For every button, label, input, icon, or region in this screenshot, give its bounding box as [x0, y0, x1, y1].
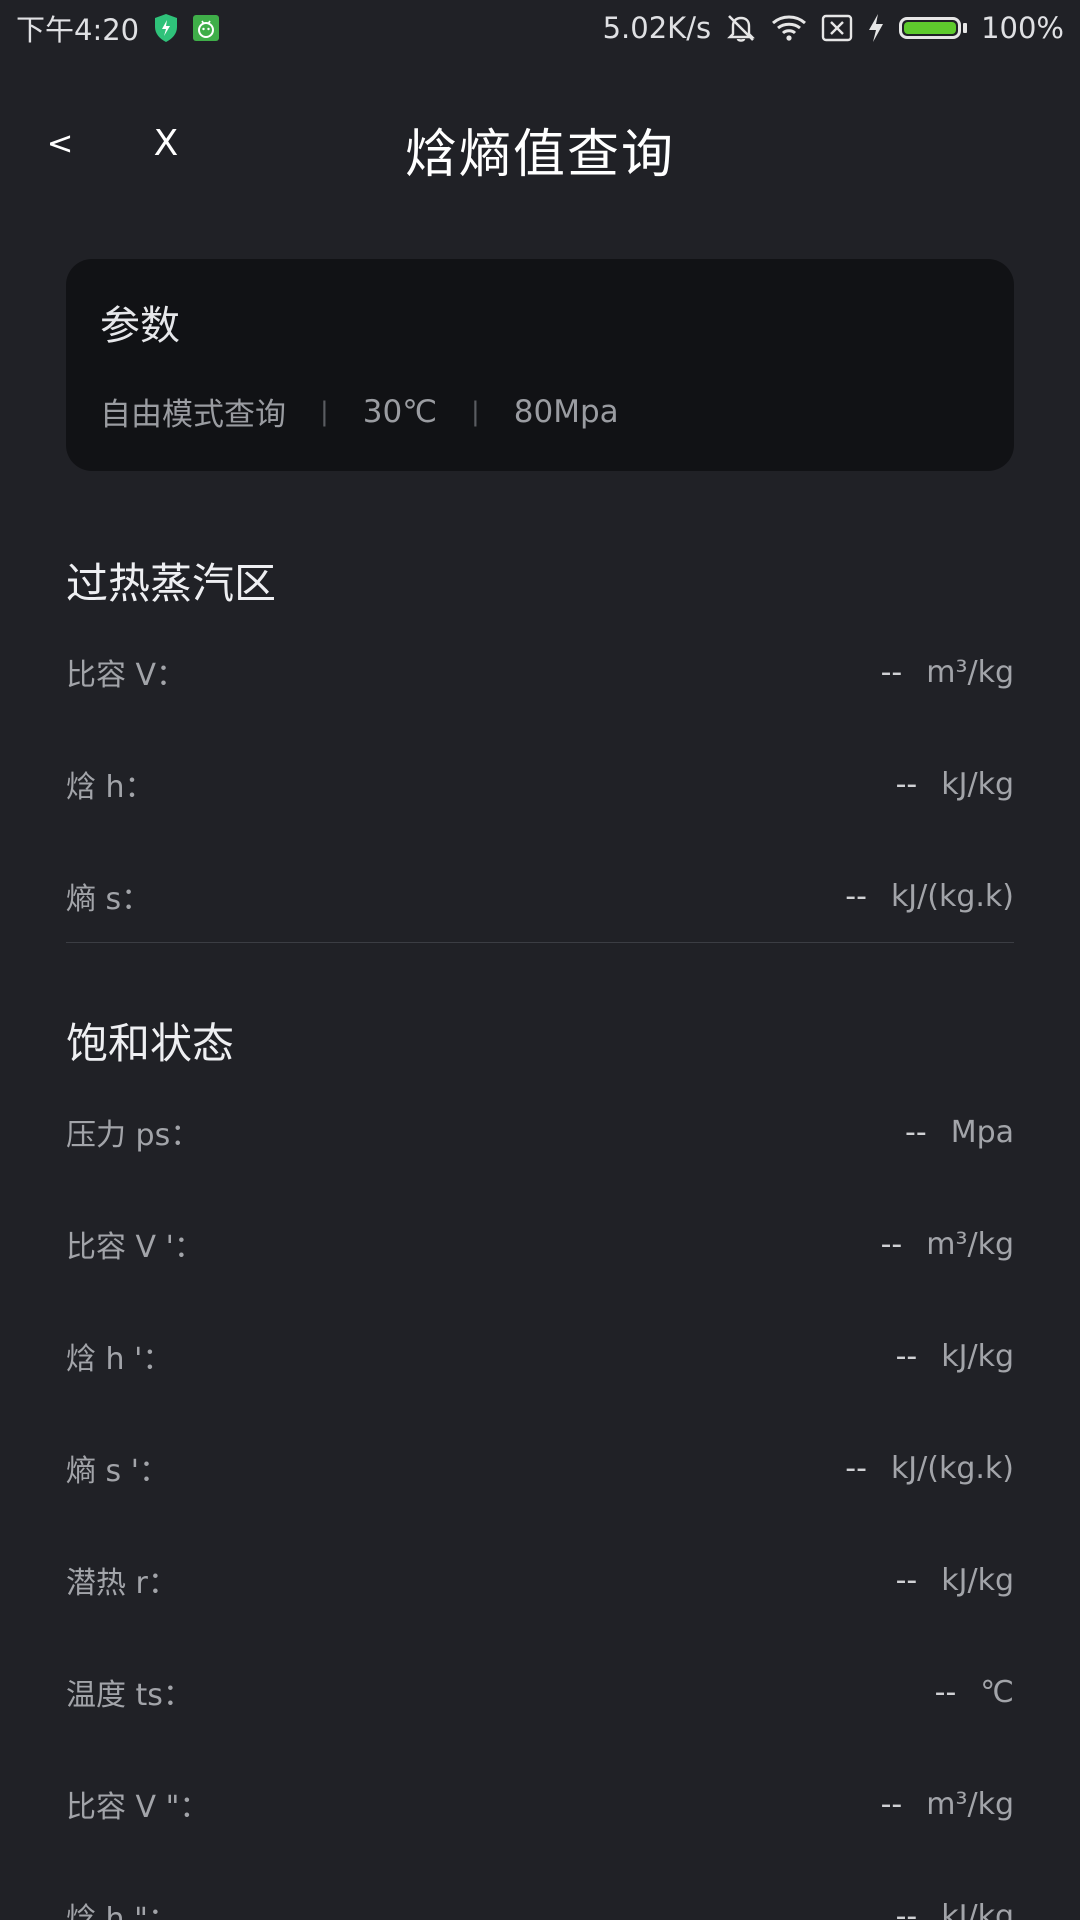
- result-row: 比容 V： -- m³/kg: [66, 616, 1014, 728]
- params-separator: |: [320, 396, 329, 427]
- section-title: 饱和状态: [66, 1019, 235, 1068]
- row-unit: m³/kg: [926, 654, 1014, 690]
- status-right: 5.02K/s 100%: [603, 11, 1064, 45]
- row-number: --: [880, 654, 903, 690]
- android-icon: [193, 15, 220, 41]
- status-left: 下午4:20: [16, 7, 220, 49]
- section-divider: [66, 942, 1014, 943]
- result-row: 比容 V "： -- m³/kg: [66, 1748, 1014, 1860]
- status-time: 下午4:20: [16, 13, 140, 47]
- row-number: --: [880, 1226, 903, 1262]
- saturation-section: 饱和状态 压力 ps： -- Mpa 比容 V '： -- m³/kg 焓 h …: [66, 1012, 1014, 1920]
- params-mode: 自由模式查询: [100, 397, 286, 433]
- params-line: 自由模式查询 | 30℃ | 80Mpa: [100, 389, 980, 434]
- row-unit: Mpa: [950, 1114, 1014, 1150]
- shield-icon: [153, 13, 179, 43]
- section-title: 过热蒸汽区: [66, 559, 277, 608]
- row-label: 比容 V '：: [66, 1230, 204, 1265]
- params-card[interactable]: 参数 自由模式查询 | 30℃ | 80Mpa: [66, 259, 1014, 471]
- params-temperature: 30℃: [362, 393, 438, 430]
- battery-fill: [904, 22, 957, 34]
- wifi-icon: [771, 14, 807, 42]
- row-unit: kJ/kg: [941, 1562, 1014, 1598]
- row-unit: kJ/(kg.k): [890, 1450, 1014, 1486]
- no-sim-icon: [821, 14, 853, 42]
- row-unit: ℃: [980, 1674, 1014, 1710]
- result-row: 焓 h "： -- kJ/kg: [66, 1860, 1014, 1920]
- row-unit: m³/kg: [926, 1786, 1014, 1822]
- row-value: -- Mpa: [905, 1115, 1014, 1150]
- row-label: 焓 h '：: [66, 1342, 173, 1377]
- row-number: --: [845, 1450, 867, 1486]
- params-pressure: 80Mpa: [513, 393, 619, 430]
- row-label: 压力 ps：: [66, 1118, 201, 1153]
- row-label: 比容 V：: [66, 658, 187, 693]
- row-label: 熵 s：: [66, 882, 152, 917]
- result-row: 焓 h： -- kJ/kg: [66, 728, 1014, 840]
- row-number: --: [895, 1898, 918, 1920]
- charging-icon: [867, 13, 885, 43]
- row-value: -- kJ/kg: [896, 767, 1014, 802]
- result-row: 潜热 r： -- kJ/kg: [66, 1524, 1014, 1636]
- row-value: -- ℃: [935, 1675, 1014, 1710]
- mute-icon: [725, 12, 757, 44]
- battery-body: [899, 17, 962, 39]
- row-unit: kJ/kg: [941, 1898, 1014, 1920]
- row-value: -- kJ/kg: [896, 1563, 1014, 1598]
- row-value: -- m³/kg: [881, 655, 1014, 690]
- network-speed: 5.02K/s: [602, 11, 712, 45]
- battery-cap: [963, 23, 968, 33]
- row-number: --: [934, 1674, 957, 1710]
- row-label: 温度 ts：: [66, 1678, 193, 1713]
- header: < X 焓熵值查询: [0, 90, 1080, 200]
- row-number: --: [895, 1562, 918, 1598]
- screen: 下午4:20 5.02K/s 100% < X 焓熵值查询 参数 自由模式查询 …: [0, 0, 1080, 1920]
- row-label: 潜热 r：: [66, 1566, 178, 1601]
- result-row: 温度 ts： -- ℃: [66, 1636, 1014, 1748]
- row-label: 熵 s '：: [66, 1454, 169, 1489]
- row-value: -- kJ/kg: [896, 1899, 1014, 1920]
- row-value: -- kJ/kg: [896, 1339, 1014, 1374]
- battery-percent: 100%: [981, 11, 1064, 45]
- result-row: 熵 s： -- kJ/(kg.k): [66, 840, 1014, 952]
- row-number: --: [880, 1786, 903, 1822]
- row-number: --: [905, 1114, 927, 1150]
- params-title: 参数: [100, 303, 180, 349]
- result-row: 比容 V '： -- m³/kg: [66, 1188, 1014, 1300]
- row-unit: kJ/kg: [941, 1338, 1014, 1374]
- row-label: 焓 h：: [66, 770, 155, 805]
- result-row: 压力 ps： -- Mpa: [66, 1076, 1014, 1188]
- row-value: -- m³/kg: [881, 1227, 1014, 1262]
- row-number: --: [845, 878, 867, 914]
- row-label: 焓 h "：: [66, 1902, 178, 1920]
- row-value: -- kJ/(kg.k): [845, 1451, 1014, 1486]
- row-value: -- m³/kg: [881, 1787, 1014, 1822]
- params-separator: |: [471, 396, 480, 427]
- page-title: 焓熵值查询: [404, 125, 675, 185]
- row-unit: m³/kg: [926, 1226, 1014, 1262]
- row-number: --: [895, 1338, 918, 1374]
- result-row: 焓 h '： -- kJ/kg: [66, 1300, 1014, 1412]
- row-unit: kJ/kg: [941, 766, 1014, 802]
- result-row: 熵 s '： -- kJ/(kg.k): [66, 1412, 1014, 1524]
- row-value: -- kJ/(kg.k): [845, 879, 1014, 914]
- battery-icon: [899, 17, 968, 39]
- status-bar: 下午4:20 5.02K/s 100%: [0, 0, 1080, 56]
- superheated-section: 过热蒸汽区 比容 V： -- m³/kg 焓 h： -- kJ/kg 熵 s： …: [66, 552, 1014, 943]
- row-unit: kJ/(kg.k): [890, 878, 1014, 914]
- row-number: --: [895, 766, 918, 802]
- row-label: 比容 V "：: [66, 1790, 210, 1825]
